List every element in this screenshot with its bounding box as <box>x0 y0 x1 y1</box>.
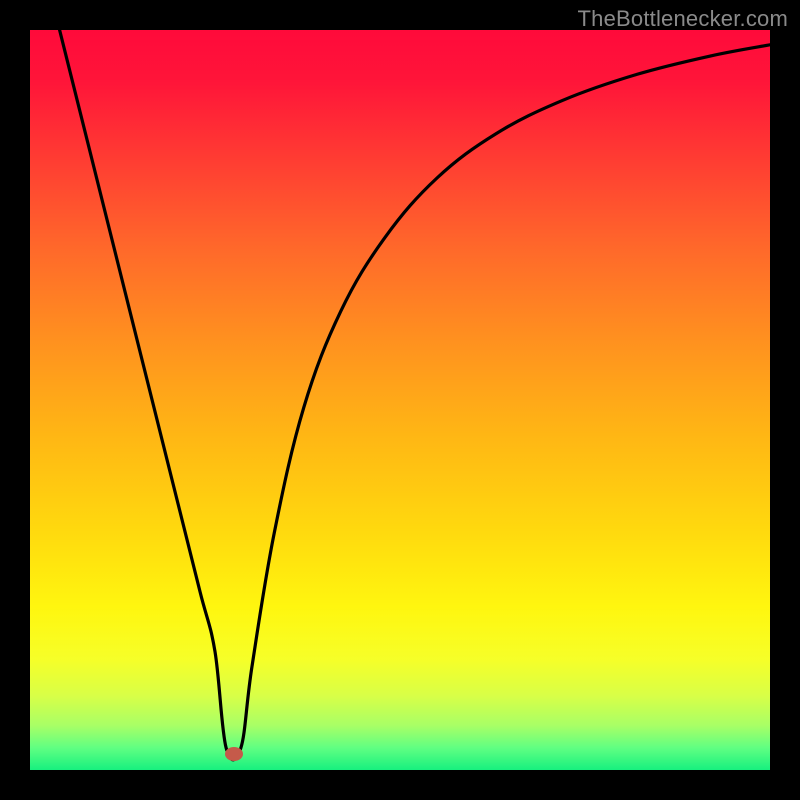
plot-area <box>30 30 770 770</box>
bottleneck-curve <box>30 30 770 770</box>
chart-frame: TheBottlenecker.com <box>0 0 800 800</box>
optimal-point-marker <box>225 747 243 761</box>
attribution-text: TheBottlenecker.com <box>578 6 788 32</box>
